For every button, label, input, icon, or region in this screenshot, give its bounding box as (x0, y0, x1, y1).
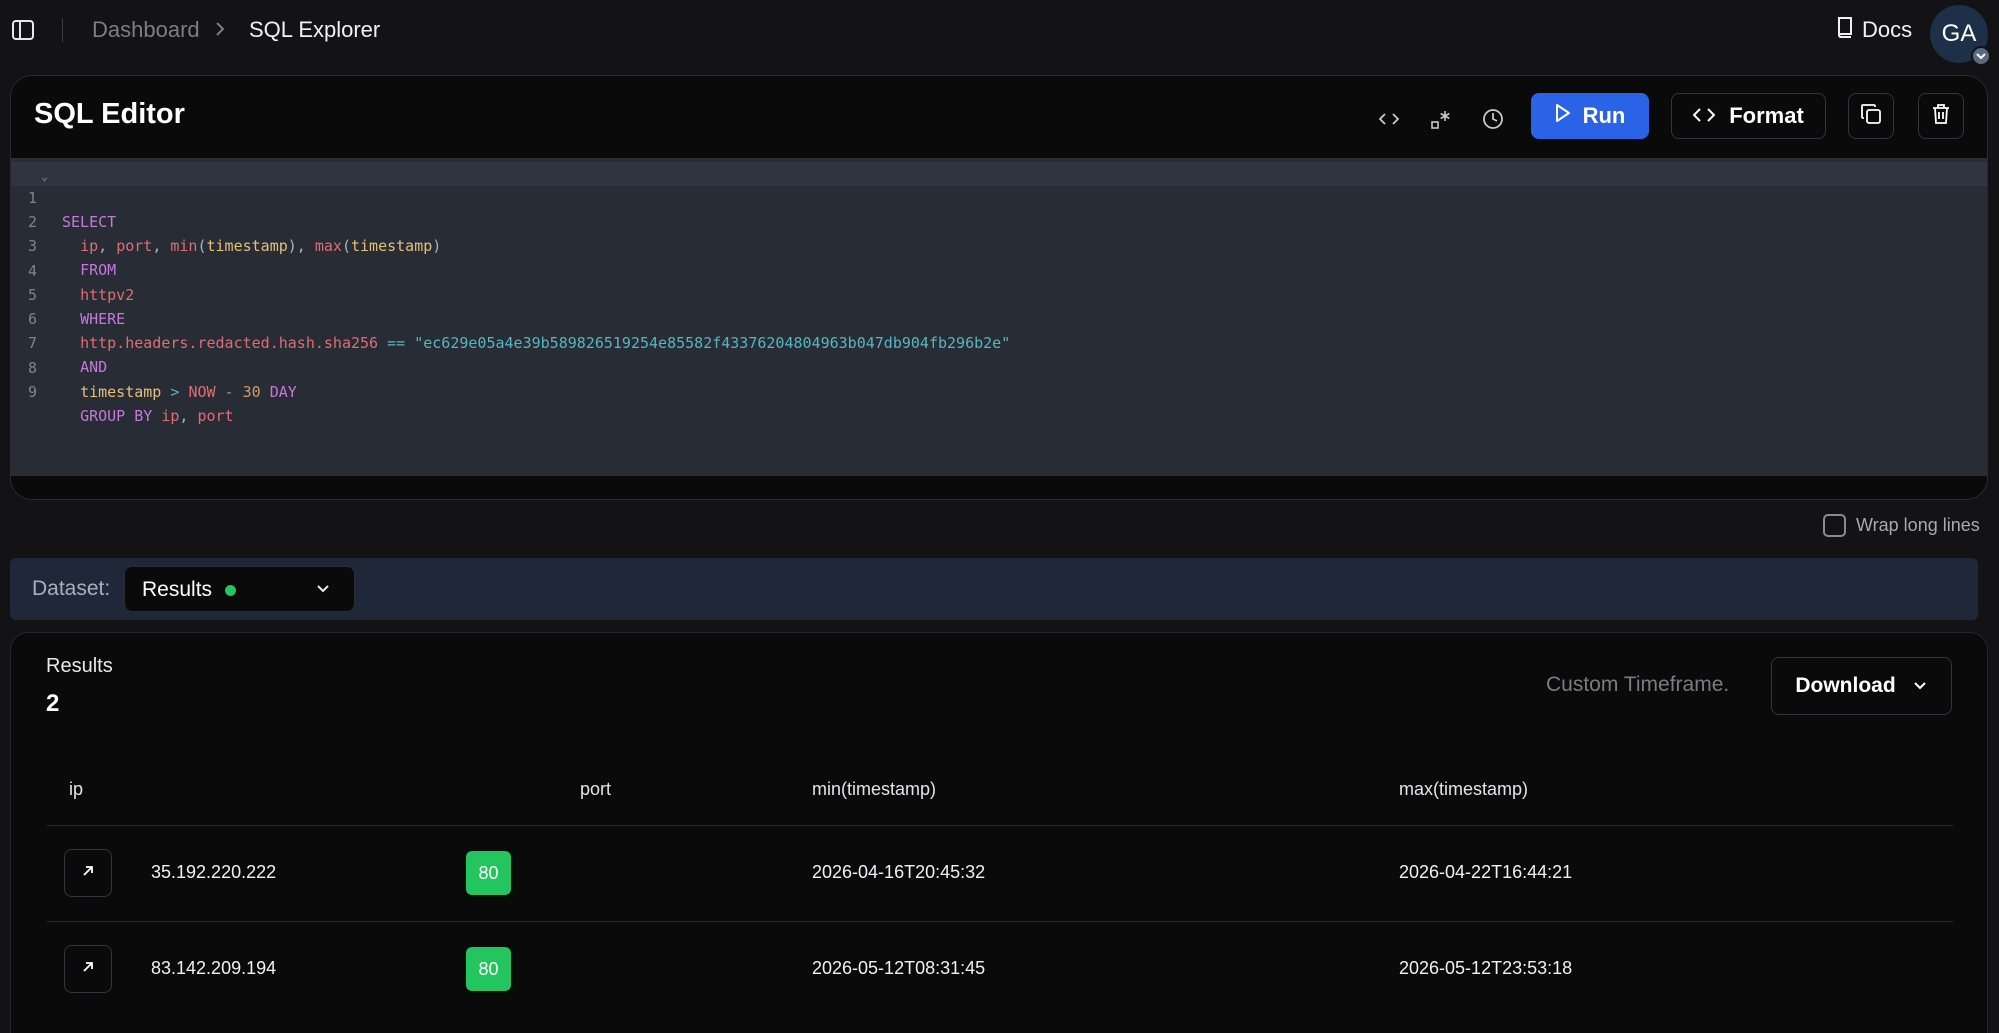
code-icon (1692, 103, 1716, 129)
format-label: Format (1729, 103, 1804, 128)
history-icon[interactable] (1478, 104, 1508, 134)
cell-min-timestamp: 2026-04-16T20:45:32 (812, 862, 986, 882)
download-button[interactable]: Download (1771, 657, 1952, 715)
run-button[interactable]: Run (1531, 93, 1649, 139)
wrap-long-lines-toggle[interactable]: Wrap long lines (1823, 513, 1980, 537)
arrow-up-right-icon (80, 863, 96, 884)
results-label: Results (46, 655, 113, 677)
code-line: 6 http.headers.redacted.hash.sha256 == "… (27, 310, 1011, 352)
dataset-bar: Dataset: Results (10, 558, 1978, 620)
docs-link[interactable]: Docs (1836, 14, 1912, 46)
status-dot (225, 585, 236, 596)
cell-max-timestamp: 2026-05-12T23:53:18 (1399, 958, 1573, 978)
code-line: 7 AND (27, 334, 108, 376)
cell-ip: 83.142.209.194 (151, 958, 277, 978)
code-line: 9 GROUP BY ip, port (27, 383, 234, 425)
cell-max-timestamp: 2026-04-22T16:44:21 (1399, 862, 1573, 882)
code-icon[interactable] (1374, 104, 1404, 134)
column-header-port[interactable]: port (580, 779, 611, 800)
breadcrumb-dashboard[interactable]: Dashboard (92, 17, 200, 43)
breadcrumb-sql-explorer: SQL Explorer (249, 17, 381, 42)
code-line: 8 timestamp > NOW - 30 DAY (27, 359, 297, 401)
column-header-max-timestamp[interactable]: max(timestamp) (1399, 779, 1528, 800)
book-icon (1836, 16, 1854, 44)
cell-ip: 35.192.220.222 (151, 862, 277, 882)
port-badge: 80 (466, 851, 511, 895)
code-line: 2 ip, port, min(timestamp), max(timestam… (27, 213, 442, 255)
dataset-label: Dataset: (32, 577, 111, 600)
results-card: Results 2 Custom Timeframe. Download ip … (10, 632, 1988, 1033)
column-header-ip[interactable]: ip (69, 779, 83, 800)
results-count: 2 (46, 690, 60, 717)
dataset-value: Results (142, 578, 213, 601)
open-row-button[interactable] (64, 849, 112, 897)
dataset-select[interactable]: Results (124, 566, 355, 612)
wrap-label: Wrap long lines (1856, 514, 1980, 535)
topbar-divider (62, 18, 63, 42)
column-header-min-timestamp[interactable]: min(timestamp) (812, 779, 936, 800)
download-label: Download (1795, 674, 1896, 697)
top-bar: Dashboard SQL Explorer Docs GA (0, 0, 1999, 66)
open-row-button[interactable] (64, 945, 112, 993)
code-line: 3 FROM (27, 237, 117, 279)
format-button[interactable]: Format (1671, 93, 1826, 139)
arrow-up-right-icon (80, 959, 96, 980)
code-line: 4 httpv2 (27, 262, 135, 304)
table-row: 83.142.209.194 80 2026-05-12T08:31:45 20… (47, 922, 1953, 1017)
cell-min-timestamp: 2026-05-12T08:31:45 (812, 958, 986, 978)
docs-label: Docs (1862, 17, 1913, 42)
code-line: 5 WHERE (27, 286, 126, 328)
play-icon (1555, 103, 1571, 129)
chevron-down-icon (1912, 674, 1928, 698)
run-label: Run (1582, 103, 1626, 128)
chevron-right-icon (213, 19, 233, 41)
code-line: 1 ⌄ SELECT (11, 162, 1987, 231)
port-badge: 80 (466, 947, 511, 991)
sidebar-toggle-icon[interactable] (11, 18, 35, 42)
timeframe-label: Custom Timeframe. (1546, 673, 1730, 696)
chevron-down-icon (315, 580, 331, 603)
chevron-down-icon[interactable] (1971, 46, 1991, 66)
regex-icon[interactable] (1426, 104, 1456, 134)
clear-button[interactable] (1918, 93, 1964, 139)
wrap-checkbox[interactable] (1823, 513, 1846, 537)
sql-code-area[interactable]: 1 ⌄ SELECT 2 ip, port, min(timestamp), ma… (11, 158, 1987, 476)
fold-chevron-icon[interactable]: ⌄ (41, 164, 48, 188)
editor-title: SQL Editor (34, 98, 185, 130)
table-row: 35.192.220.222 80 2026-04-16T20:45:32 20… (47, 826, 1953, 921)
trash-icon (1931, 103, 1951, 130)
sql-editor-card: SQL Editor Run Format 1 ⌄ SELECT 2 ip, p… (10, 75, 1988, 500)
copy-button[interactable] (1848, 93, 1894, 139)
copy-icon (1860, 103, 1882, 130)
